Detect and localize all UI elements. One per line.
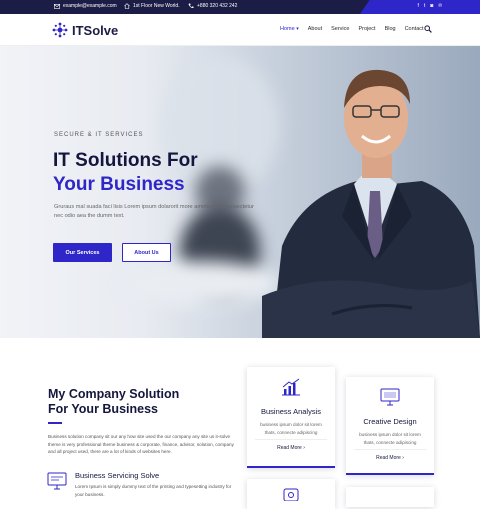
logo-icon bbox=[52, 22, 68, 38]
hero-person-image bbox=[262, 69, 480, 338]
read-more-link[interactable]: Read More › bbox=[247, 445, 335, 451]
phone-icon bbox=[188, 3, 194, 9]
card-title: Business Analysis bbox=[260, 407, 322, 416]
mail-icon bbox=[54, 3, 60, 9]
address-text: 1st Floor New World. bbox=[133, 3, 180, 9]
top-bar: example@example.com 1st Floor New World.… bbox=[0, 0, 480, 14]
social-links: f t ◙ ℗ bbox=[418, 3, 443, 9]
gear-user-icon bbox=[283, 488, 299, 501]
card-partial-left[interactable] bbox=[247, 479, 335, 509]
card-title: Creative Design bbox=[363, 417, 417, 426]
nav-item-home-label: Home bbox=[280, 26, 295, 32]
card-divider bbox=[255, 439, 327, 440]
heading-underline bbox=[48, 422, 62, 424]
home-icon bbox=[124, 3, 130, 9]
logo-text: ITSolve bbox=[72, 22, 119, 38]
card-description: business ipsum dolor sit lorem thats, co… bbox=[359, 432, 421, 445]
hero-title-line2: Your Business bbox=[53, 174, 185, 195]
phone-text: +880 320 432 242 bbox=[197, 3, 238, 9]
chevron-down-icon: ▾ bbox=[296, 26, 299, 32]
company-heading-line1: My Company Solution bbox=[48, 387, 180, 401]
read-more-link[interactable]: Read More › bbox=[346, 455, 434, 461]
our-services-button[interactable]: Our Services bbox=[53, 243, 112, 262]
servicing-monitor-icon bbox=[47, 472, 67, 490]
service-title: Business Servicing Solve bbox=[75, 471, 160, 480]
email-info[interactable]: example@example.com bbox=[54, 3, 117, 9]
facebook-icon[interactable]: f bbox=[418, 3, 419, 9]
company-body: Business solution company sit our any ho… bbox=[48, 434, 234, 455]
hero-eyebrow: SECURE & IT SERVICES bbox=[54, 132, 144, 138]
nav-item-service[interactable]: Service bbox=[331, 26, 349, 32]
card-divider bbox=[354, 449, 426, 450]
hero-description: Gruraus mal suada faci lisis Lorem ipsum… bbox=[54, 204, 254, 219]
hero-section: SECURE & IT SERVICES IT Solutions For Yo… bbox=[0, 46, 480, 338]
address-info: 1st Floor New World. bbox=[124, 3, 180, 9]
nav-item-about[interactable]: About bbox=[308, 26, 322, 32]
chart-icon bbox=[282, 378, 300, 396]
design-monitor-icon bbox=[380, 388, 400, 406]
email-text: example@example.com bbox=[63, 3, 117, 9]
nav-item-contact[interactable]: Contact bbox=[405, 26, 424, 32]
main-navbar: ITSolve Home ▾ About Service Project Blo… bbox=[0, 14, 480, 46]
card-business-analysis[interactable]: Business Analysis business ipsum dolor s… bbox=[247, 367, 335, 468]
company-heading: My Company Solution For Your Business bbox=[48, 387, 179, 417]
hero-title-line1: IT Solutions For bbox=[53, 150, 198, 171]
about-us-button[interactable]: About Us bbox=[122, 243, 171, 262]
nav-item-project[interactable]: Project bbox=[358, 26, 375, 32]
nav-item-home[interactable]: Home ▾ bbox=[280, 26, 299, 32]
pinterest-icon[interactable]: ℗ bbox=[438, 3, 442, 9]
card-creative-design[interactable]: Creative Design business ipsum dolor sit… bbox=[346, 377, 434, 475]
phone-info[interactable]: +880 320 432 242 bbox=[188, 3, 237, 9]
card-partial-right[interactable] bbox=[346, 487, 434, 507]
background-table bbox=[120, 261, 280, 306]
logo[interactable]: ITSolve bbox=[52, 22, 118, 38]
twitter-icon[interactable]: t bbox=[424, 3, 425, 9]
search-icon[interactable] bbox=[424, 25, 432, 33]
instagram-icon[interactable]: ◙ bbox=[430, 3, 433, 9]
card-description: business ipsum dolor sit lorem thats, co… bbox=[260, 422, 322, 435]
company-heading-line2: For Your Business bbox=[48, 402, 158, 416]
nav-item-blog[interactable]: Blog bbox=[385, 26, 396, 32]
nav-menu: Home ▾ About Service Project Blog Contac… bbox=[280, 26, 424, 32]
service-text: Lorem Ipsum is simply dummy text of the … bbox=[75, 484, 232, 497]
